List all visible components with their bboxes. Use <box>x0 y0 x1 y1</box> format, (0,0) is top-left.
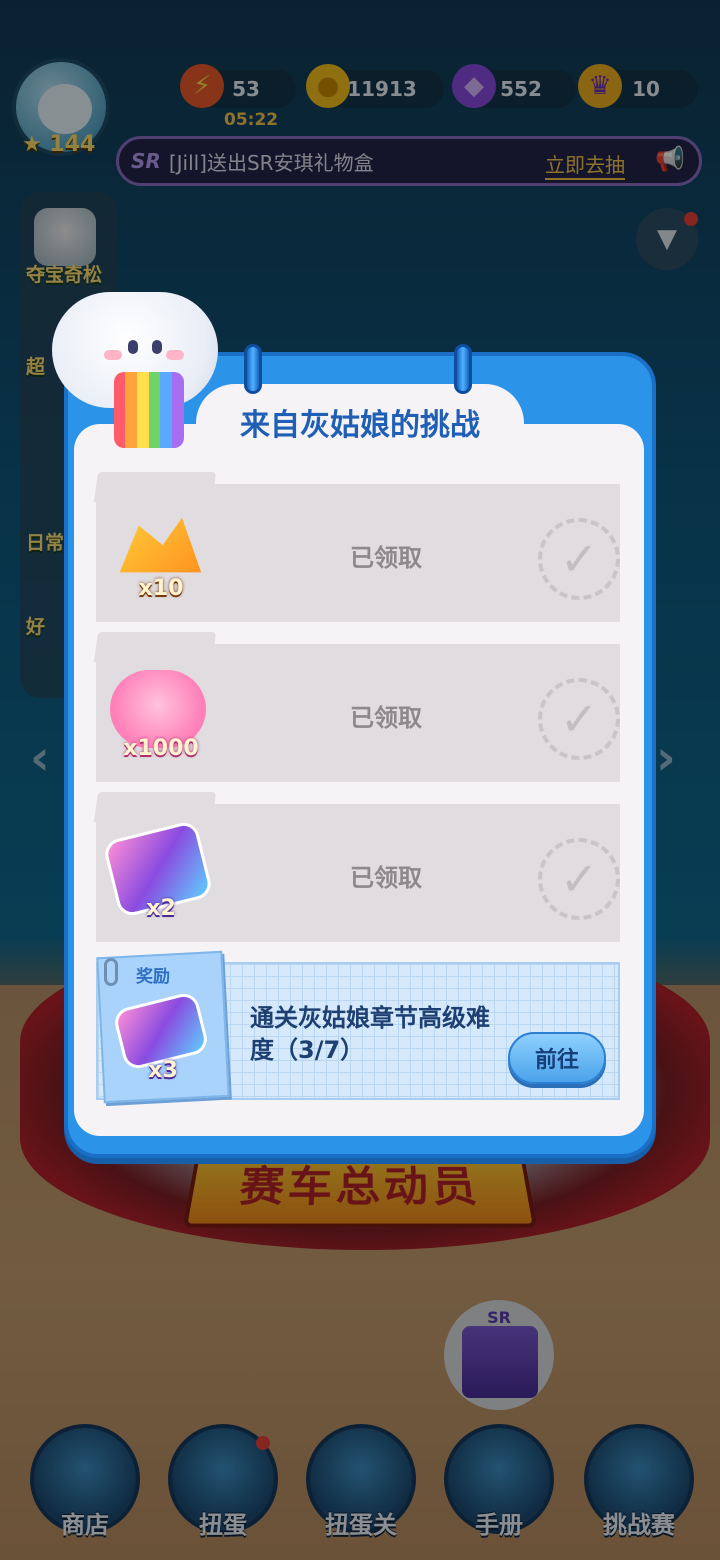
task-reward-quantity: x3 <box>148 1058 178 1083</box>
modal-title: 来自灰姑娘的挑战 <box>240 408 480 443</box>
go-button[interactable]: 前往 <box>508 1032 606 1084</box>
claimed-status: 已领取 <box>350 864 422 892</box>
mascot-eye <box>152 340 162 354</box>
task-description: 通关灰姑娘章节高级难度（3/7） <box>250 1004 490 1064</box>
binder-ring-icon <box>454 344 472 394</box>
claimed-status: 已领取 <box>350 544 422 572</box>
reward-card: x1000 已领取 ✓ <box>93 632 620 782</box>
reward-card: x2 已领取 ✓ <box>93 792 620 942</box>
reward-quantity: x2 <box>146 896 176 921</box>
checkmark-stamp-icon: ✓ <box>538 518 620 600</box>
binder-ring-icon <box>244 344 262 394</box>
reward-card: x10 已领取 ✓ <box>93 472 620 622</box>
reward-note-label: 奖励 <box>136 967 170 987</box>
card-tab <box>93 792 217 822</box>
claimed-status: 已领取 <box>350 704 422 732</box>
mascot-cheek <box>104 350 122 360</box>
mascot-eye <box>128 340 138 354</box>
paperclip-icon <box>104 958 118 986</box>
rainbow-scarf-icon <box>114 372 184 448</box>
reward-quantity: x1000 <box>123 736 199 761</box>
reward-quantity: x10 <box>138 576 184 601</box>
card-tab <box>93 472 217 502</box>
checkmark-stamp-icon: ✓ <box>538 678 620 760</box>
checkmark-stamp-icon: ✓ <box>538 838 620 920</box>
card-tab <box>93 632 217 662</box>
mascot-cheek <box>166 350 184 360</box>
